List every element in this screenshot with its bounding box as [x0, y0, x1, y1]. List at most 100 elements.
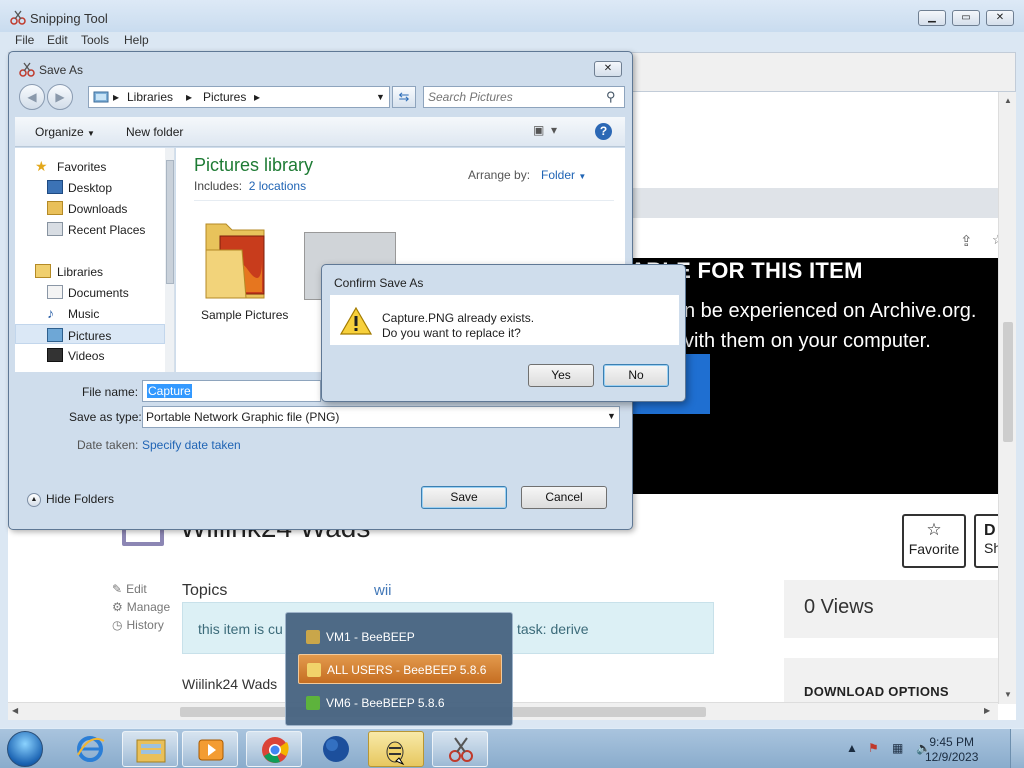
- search-icon[interactable]: ⚲: [606, 89, 616, 105]
- show-hidden-icons-icon[interactable]: ▲: [846, 741, 858, 755]
- nav-videos[interactable]: Videos: [15, 345, 165, 365]
- beebeep-icon: [307, 663, 321, 677]
- taskbar-media-player[interactable]: [182, 731, 238, 767]
- menu-bar: File Edit Tools Help: [0, 32, 1024, 50]
- view-options-icon[interactable]: ▣ ▾: [533, 123, 557, 137]
- globe-icon: [323, 736, 349, 762]
- chevron-up-icon: ▲: [27, 492, 41, 507]
- music-icon: ♪: [47, 305, 54, 321]
- clock[interactable]: 9:45 PM 12/9/2023: [925, 735, 978, 765]
- scroll-thumb[interactable]: [1003, 322, 1013, 442]
- organize-menu[interactable]: Organize ▼: [35, 125, 95, 139]
- chrome-icon: [262, 737, 289, 763]
- history-icon: ◷: [112, 618, 123, 632]
- topics-value: wii: [374, 582, 392, 599]
- beebeep-icon: [386, 741, 405, 766]
- menu-help[interactable]: Help: [124, 33, 149, 47]
- taskbar-chrome[interactable]: [246, 731, 302, 767]
- chevron-right-icon: ▸: [186, 90, 193, 104]
- item-side-links: ✎ Edit ⚙ Manage ◷ History: [112, 580, 170, 634]
- nav-pictures[interactable]: Pictures: [15, 324, 165, 344]
- warning-icon: [339, 306, 373, 335]
- edit-link: Edit: [126, 582, 147, 596]
- breadcrumb-libraries[interactable]: Libraries: [127, 90, 173, 104]
- downloads-folder-icon: [47, 201, 63, 215]
- pencil-icon: ✎: [112, 582, 123, 596]
- hide-folders-button[interactable]: ▲ Hide Folders: [27, 492, 114, 507]
- nav-recent-places[interactable]: Recent Places: [15, 219, 165, 239]
- cancel-button[interactable]: Cancel: [521, 486, 607, 509]
- menu-edit[interactable]: Edit: [47, 33, 68, 47]
- breadcrumb-pictures[interactable]: Pictures: [203, 90, 246, 104]
- scroll-thumb[interactable]: [166, 160, 174, 284]
- media-player-icon: [198, 739, 224, 761]
- folder-label: Sample Pictures: [201, 308, 289, 322]
- jump-item-all-users[interactable]: ALL USERS - BeeBEEP 5.8.6: [298, 654, 502, 684]
- manage-link: Manage: [126, 600, 171, 614]
- scroll-left-icon[interactable]: ◀: [12, 706, 18, 715]
- forward-button[interactable]: ▶: [47, 84, 73, 110]
- taskbar-internet-explorer[interactable]: [62, 731, 118, 767]
- minimize-button[interactable]: ▁: [918, 10, 946, 26]
- vertical-scrollbar[interactable]: ▲ ▼: [998, 92, 1016, 704]
- nav-downloads[interactable]: Downloads: [15, 198, 165, 218]
- address-bar[interactable]: ▸ Libraries ▸ Pictures ▸ ▼: [88, 86, 390, 108]
- jump-item-vm1[interactable]: VM1 - BeeBEEP: [298, 622, 502, 652]
- taskbar-file-explorer[interactable]: [122, 731, 178, 767]
- refresh-button[interactable]: ⇆: [392, 86, 416, 108]
- snipping-tool-titlebar: Snipping Tool ▁ ▭ ✕: [0, 0, 1024, 32]
- nav-documents[interactable]: Documents: [15, 282, 165, 302]
- show-desktop-button[interactable]: [1010, 729, 1024, 768]
- scroll-right-icon[interactable]: ▶: [984, 706, 990, 715]
- recent-places-icon: [47, 222, 63, 236]
- library-icon: [93, 90, 109, 107]
- nav-favorites[interactable]: ★ Favorites: [15, 156, 165, 176]
- file-name-input[interactable]: Capture: [142, 380, 321, 402]
- taskbar-globe[interactable]: [308, 731, 364, 767]
- nav-desktop[interactable]: Desktop: [15, 177, 165, 197]
- nav-music[interactable]: ♪ Music: [15, 303, 165, 323]
- dialog-message: Capture.PNG already exists.: [382, 311, 535, 325]
- libraries-icon: [35, 264, 51, 278]
- close-button[interactable]: ✕: [594, 61, 622, 77]
- close-button[interactable]: ✕: [986, 10, 1014, 26]
- save-button[interactable]: Save: [421, 486, 507, 509]
- menu-tools[interactable]: Tools: [81, 33, 109, 47]
- dialog-message: Do you want to replace it?: [382, 326, 521, 340]
- locations-link[interactable]: 2 locations: [249, 179, 306, 193]
- new-folder-button[interactable]: New folder: [126, 125, 183, 139]
- arrange-by-dropdown[interactable]: Folder ▼: [541, 168, 586, 182]
- taskbar-snipping-tool[interactable]: [432, 731, 488, 767]
- dialog-body: Capture.PNG already exists. Do you want …: [330, 295, 679, 345]
- favorite-button: ☆ Favorite: [902, 514, 966, 568]
- scissors-icon: [19, 61, 35, 80]
- dialog-title: Confirm Save As: [334, 276, 424, 290]
- save-type-label: Save as type:: [69, 410, 142, 424]
- download-options-heading: DOWNLOAD OPTIONS: [804, 684, 949, 699]
- gear-icon: ⚙: [112, 600, 123, 614]
- download-options-panel: DOWNLOAD OPTIONS: [784, 658, 998, 708]
- search-box[interactable]: ⚲: [423, 86, 625, 108]
- menu-file[interactable]: File: [15, 33, 34, 47]
- jump-item-vm6[interactable]: VM6 - BeeBEEP 5.8.6: [298, 688, 502, 718]
- network-icon[interactable]: ▦: [892, 741, 903, 755]
- start-button[interactable]: [7, 731, 43, 767]
- sample-pictures-folder[interactable]: [202, 210, 268, 302]
- maximize-button[interactable]: ▭: [952, 10, 980, 26]
- folder-icon: [205, 223, 265, 299]
- info-text: this item is cu: [198, 621, 283, 637]
- scroll-up-icon[interactable]: ▲: [1004, 96, 1012, 105]
- no-button[interactable]: No: [603, 364, 669, 387]
- search-input[interactable]: [428, 89, 598, 105]
- nav-libraries[interactable]: Libraries: [15, 261, 165, 281]
- taskbar-beebeep[interactable]: [368, 731, 424, 767]
- back-button[interactable]: ◀: [19, 84, 45, 110]
- help-icon[interactable]: ?: [595, 123, 612, 140]
- action-center-icon[interactable]: ⚑: [868, 741, 879, 755]
- date-taken-link[interactable]: Specify date taken: [142, 438, 241, 452]
- scroll-down-icon[interactable]: ▼: [1004, 690, 1012, 699]
- chevron-down-icon[interactable]: ▼: [376, 92, 385, 102]
- navigation-scrollbar[interactable]: [165, 148, 174, 372]
- save-type-select[interactable]: Portable Network Graphic file (PNG) ▼: [142, 406, 620, 428]
- yes-button[interactable]: Yes: [528, 364, 594, 387]
